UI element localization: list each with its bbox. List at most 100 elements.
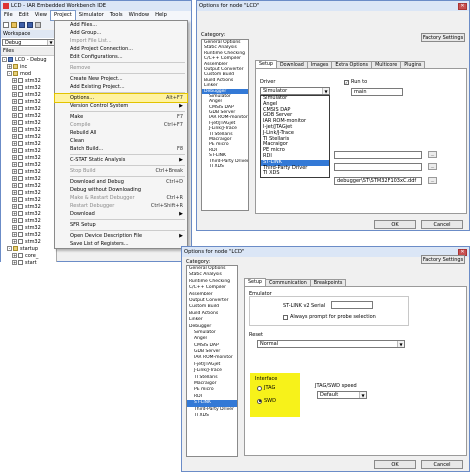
expand-toggle-icon[interactable]: + <box>12 176 17 181</box>
expand-toggle-icon[interactable]: - <box>7 246 12 251</box>
expand-toggle-icon[interactable]: + <box>12 148 17 153</box>
setup-macro-field-2[interactable] <box>334 163 422 171</box>
menu-item-add-files[interactable]: Add Files... <box>55 21 187 29</box>
tree-item-stm32[interactable]: + stm32 <box>1 126 56 133</box>
menu-item-clean[interactable]: Clean <box>55 137 187 145</box>
menu-item-c-stat-static-analysis[interactable]: C-STAT Static Analysis ▶ <box>55 156 187 164</box>
expand-toggle-icon[interactable]: + <box>7 64 12 69</box>
menu-simulator[interactable]: Simulator <box>76 11 107 20</box>
tree-item-stm32[interactable]: + stm32 <box>1 119 56 126</box>
tree-item-stm32[interactable]: + stm32 <box>1 189 56 196</box>
dialog1-factory-settings-button[interactable]: Factory Settings <box>421 33 465 42</box>
save-all-icon[interactable] <box>27 21 33 28</box>
tree-item-core[interactable]: + core_ <box>1 252 56 259</box>
dialog2-factory-settings-button[interactable]: Factory Settings <box>421 255 465 264</box>
expand-toggle-icon[interactable]: + <box>12 211 17 216</box>
jtag-radio[interactable] <box>257 385 262 391</box>
expand-toggle-icon[interactable]: + <box>12 190 17 195</box>
menu-item-add-project-connection[interactable]: Add Project Connection... <box>55 45 187 53</box>
expand-toggle-icon[interactable]: + <box>12 239 17 244</box>
browse-button-3[interactable]: … <box>428 177 437 184</box>
expand-toggle-icon[interactable]: + <box>12 106 17 111</box>
tree-item-stm32[interactable]: + stm32 <box>1 175 56 182</box>
expand-toggle-icon[interactable]: + <box>12 127 17 132</box>
tree-item-stm32[interactable]: + stm32 <box>1 161 56 168</box>
expand-toggle-icon[interactable]: + <box>12 134 17 139</box>
print-icon[interactable] <box>35 21 41 28</box>
driver-option-ti-xds[interactable]: TI XDS <box>261 171 329 177</box>
expand-toggle-icon[interactable]: + <box>12 197 17 202</box>
reset-select[interactable]: Normal ▼ <box>257 340 405 348</box>
menu-help[interactable]: Help <box>152 11 170 20</box>
tree-item-stm32[interactable]: + stm32 <box>1 210 56 217</box>
category-iar-rom-monitor[interactable]: IAR ROM-monitor <box>187 355 237 361</box>
tree-item-stm32[interactable]: + stm32 <box>1 168 56 175</box>
tree-item-stm32[interactable]: + stm32 <box>1 147 56 154</box>
category-ti-xds[interactable]: TI XDS <box>187 413 237 419</box>
swd-radio[interactable] <box>257 398 262 404</box>
expand-toggle-icon[interactable]: + <box>12 141 17 146</box>
menu-item-open-device-description-file[interactable]: Open Device Description File ▶ <box>55 232 187 240</box>
tree-item-stm32[interactable]: + stm32 <box>1 140 56 147</box>
dialog1-cancel-button[interactable]: Cancel <box>421 220 463 229</box>
tree-item-stm32[interactable]: + stm32 <box>1 91 56 98</box>
menu-item-options[interactable]: Options... Alt+F7 <box>54 93 188 103</box>
driver-options-list[interactable]: Simulator Angel CMSIS DAP GDB Server IAR ROM… <box>260 95 330 179</box>
tree-item-stm32[interactable]: + stm32 <box>1 84 56 91</box>
expand-toggle-icon[interactable]: + <box>12 183 17 188</box>
tree-item-stm32[interactable]: + stm32 <box>1 98 56 105</box>
tree-item-lcd-debug[interactable]: - LCD - Debug <box>1 56 56 63</box>
serial-input[interactable] <box>331 301 373 309</box>
menu-item-add-group[interactable]: Add Group... <box>55 29 187 37</box>
tree-item-stm32[interactable]: + stm32 <box>1 112 56 119</box>
tree-item-inc[interactable]: + inc <box>1 63 56 70</box>
speed-select[interactable]: Default ▼ <box>317 391 367 399</box>
tree-item-stm32[interactable]: + stm32 <box>1 133 56 140</box>
menu-item-batch-build[interactable]: Batch Build... F8 <box>55 145 187 153</box>
menu-item-download[interactable]: Download ▶ <box>55 210 187 218</box>
menu-window[interactable]: Window <box>126 11 152 20</box>
tree-item-start[interactable]: + start <box>1 259 56 266</box>
dialog1-ok-button[interactable]: OK <box>374 220 416 229</box>
menu-edit[interactable]: Edit <box>16 11 32 20</box>
tree-item-stm32[interactable]: + stm32 <box>1 224 56 231</box>
browse-button-2[interactable]: … <box>428 163 437 170</box>
expand-toggle-icon[interactable]: - <box>7 71 12 76</box>
tree-item-stm32[interactable]: + stm32 <box>1 238 56 245</box>
category-ti-xds[interactable]: TI XDS <box>202 164 248 169</box>
expand-toggle-icon[interactable]: + <box>12 78 17 83</box>
menu-item-add-existing-project[interactable]: Add Existing Project... <box>55 83 187 91</box>
menu-item-rebuild-all[interactable]: Rebuild All <box>55 129 187 137</box>
tree-item-stm32[interactable]: + stm32 <box>1 77 56 84</box>
expand-toggle-icon[interactable]: - <box>2 57 7 62</box>
expand-toggle-icon[interactable]: + <box>12 260 17 265</box>
tree-item-stm32[interactable]: + stm32 <box>1 154 56 161</box>
expand-toggle-icon[interactable]: + <box>12 253 17 258</box>
close-icon[interactable]: ✕ <box>458 2 467 10</box>
menu-item-edit-configurations[interactable]: Edit Configurations... <box>55 53 187 61</box>
menu-view[interactable]: View <box>32 11 50 20</box>
menu-item-save-list-of-registers[interactable]: Save List of Registers... <box>55 240 187 248</box>
tree-item-stm32[interactable]: + stm32 <box>1 231 56 238</box>
expand-toggle-icon[interactable]: + <box>12 92 17 97</box>
tree-item-stm32[interactable]: + stm32 <box>1 217 56 224</box>
menu-item-debug-without-downloading[interactable]: Debug without Downloading <box>55 186 187 194</box>
tree-item-stm32[interactable]: + stm32 <box>1 203 56 210</box>
always-prompt-checkbox[interactable] <box>283 314 288 320</box>
expand-toggle-icon[interactable]: + <box>12 204 17 209</box>
browse-button-1[interactable]: … <box>428 151 437 158</box>
open-folder-icon[interactable] <box>11 21 17 28</box>
expand-toggle-icon[interactable]: + <box>12 85 17 90</box>
expand-toggle-icon[interactable]: + <box>12 232 17 237</box>
run-to-checkbox[interactable]: ✓ <box>344 79 349 85</box>
setup-macro-field-1[interactable] <box>334 151 422 159</box>
expand-toggle-icon[interactable]: + <box>12 169 17 174</box>
driver-select[interactable]: Simulator ▼ <box>260 87 330 95</box>
ddf-path-field[interactable]: debugger\ST\STM32F103xC.ddf <box>334 177 422 185</box>
run-to-input[interactable]: main <box>351 88 403 96</box>
tree-item-stm32[interactable]: + stm32 <box>1 196 56 203</box>
menu-tools[interactable]: Tools <box>107 11 126 20</box>
save-icon[interactable] <box>19 21 25 28</box>
menu-item-make[interactable]: Make F7 <box>55 113 187 121</box>
tree-item-startup[interactable]: - startup <box>1 245 56 252</box>
